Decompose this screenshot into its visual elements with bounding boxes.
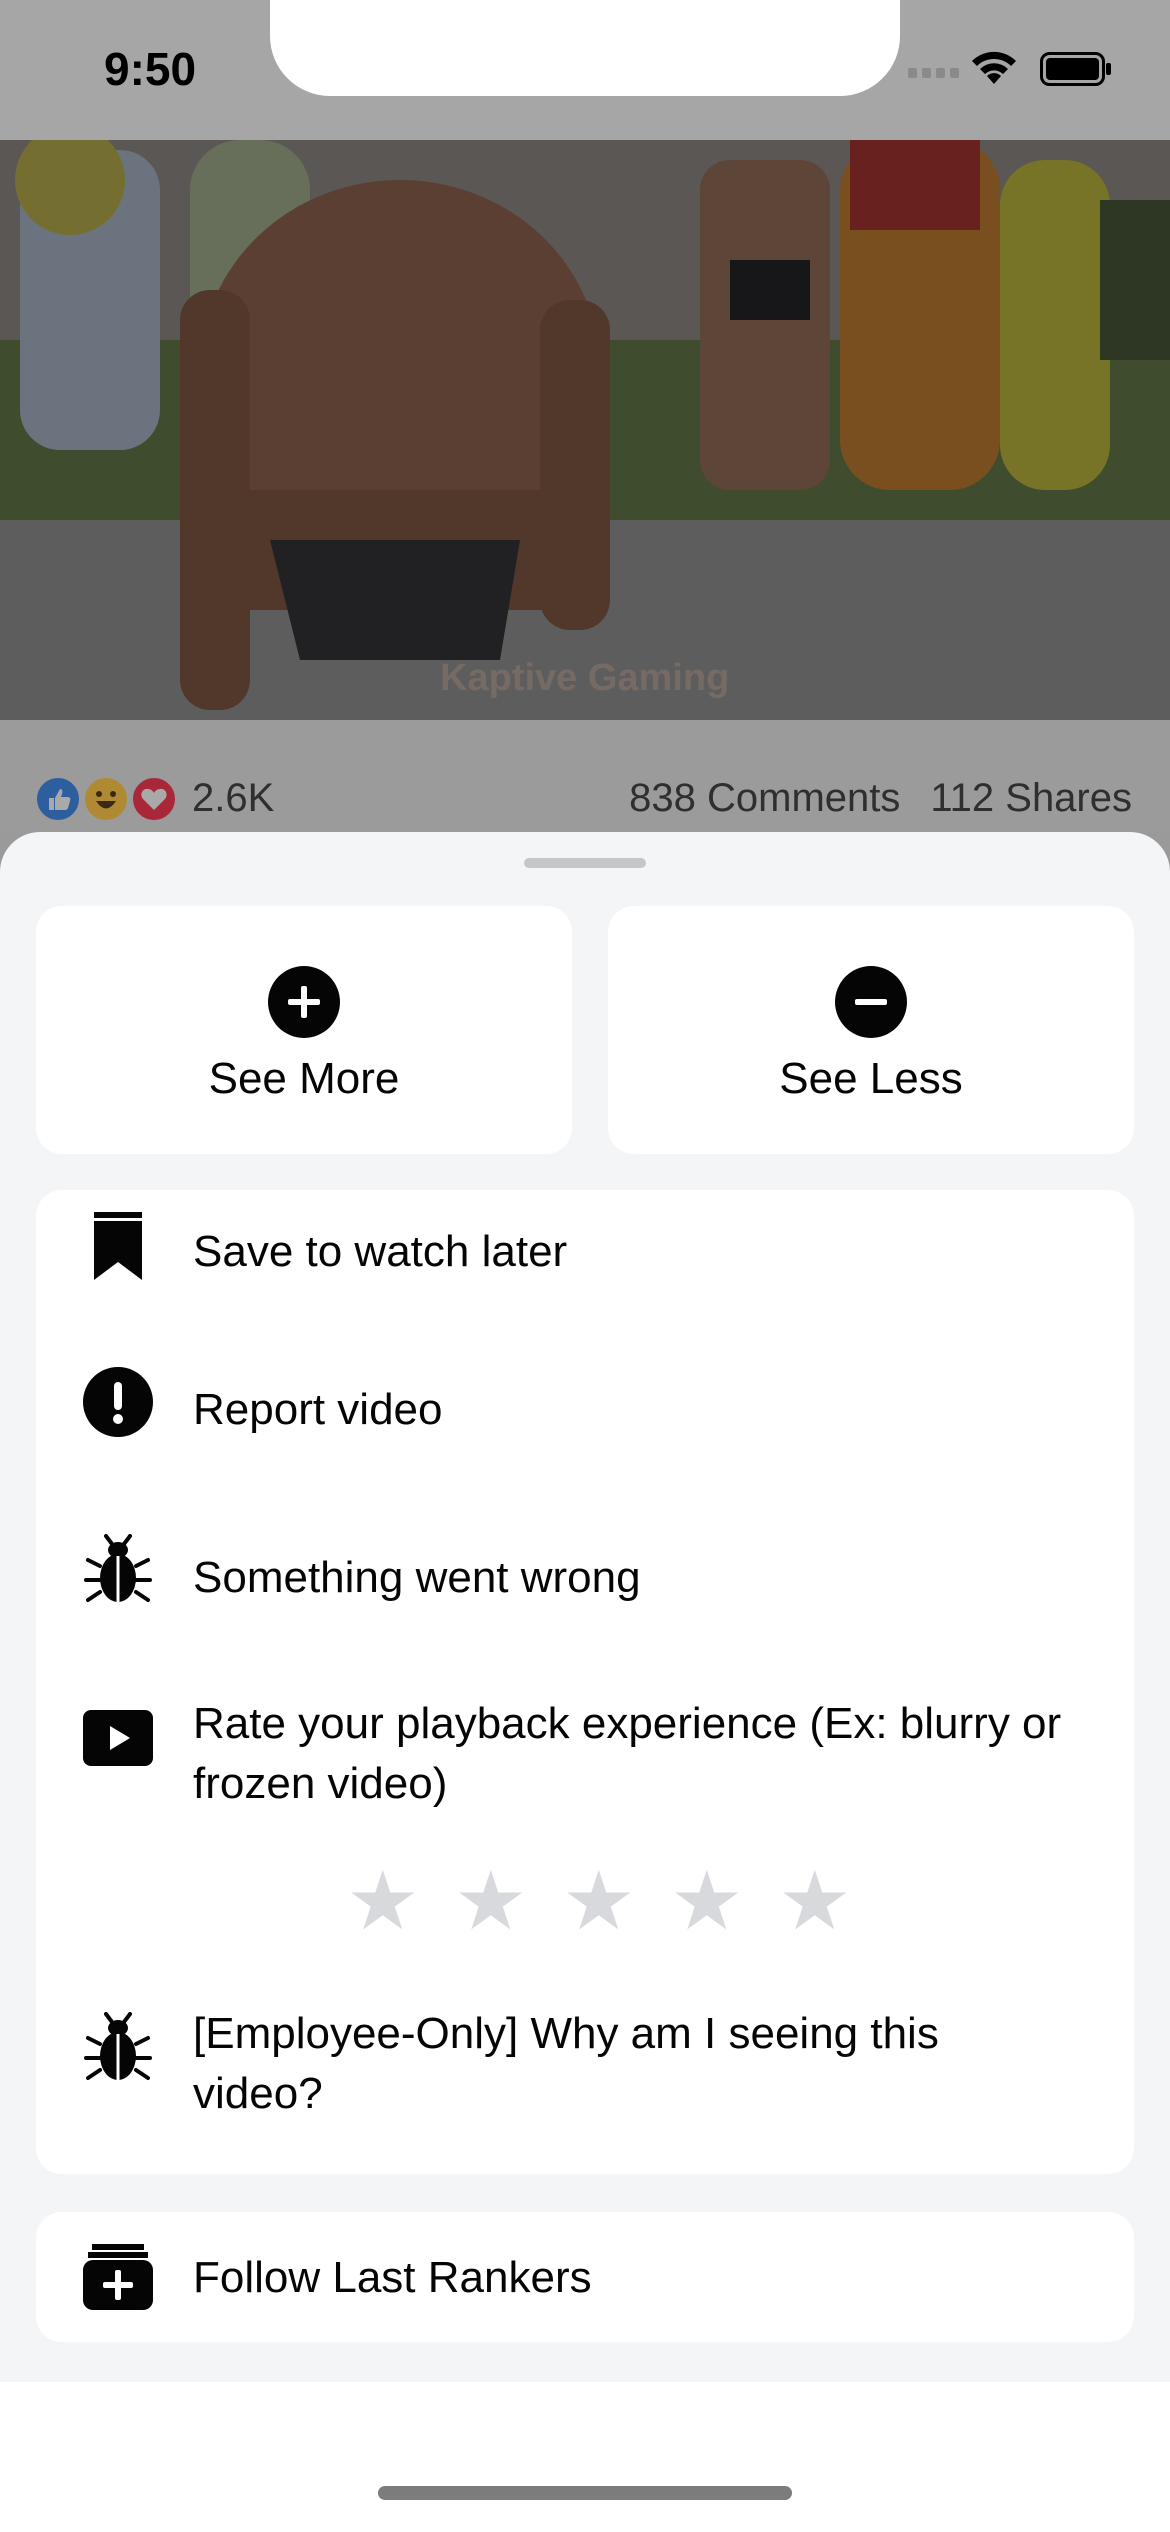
video-player[interactable]: Kaptive Gaming [0,140,1170,720]
shares-count[interactable]: 112 Shares [930,776,1132,820]
employee-why-seeing-item[interactable]: [Employee-Only] Why am I seeing this vid… [36,1972,1134,2174]
comments-count[interactable]: 838 Comments [629,776,900,820]
report-video-label: Report video [193,1385,443,1434]
save-to-watch-later-item[interactable]: Save to watch later [36,1190,1134,1336]
something-went-wrong-item[interactable]: Something went wrong [36,1504,1134,1672]
rate-playback-label: Rate your playback experience (Ex: blurr… [193,1699,1062,1808]
see-more-label: See More [208,1054,400,1103]
status-bar: 9:50 [0,0,1170,140]
see-less-label: See Less [779,1054,963,1103]
bookmark-icon [82,1210,154,1282]
see-less-button[interactable]: See Less [608,906,1134,1154]
video-frame: Kaptive Gaming [0,140,1170,720]
follow-last-rankers-item[interactable]: Follow Last Rankers [36,2212,1134,2342]
device-notch [270,0,900,96]
play-icon [82,1702,154,1774]
star-4-icon[interactable]: ★ [670,1861,744,1943]
bug-icon [82,2012,154,2084]
comment-share-counts: 838 Comments 112 Shares [629,776,1132,821]
employee-why-seeing-label: [Employee-Only] Why am I seeing this vid… [193,2009,939,2118]
star-3-icon[interactable]: ★ [562,1861,636,1943]
exclamation-icon [82,1366,154,1438]
options-sheet: See More See Less Save to watch later Re… [0,832,1170,2382]
home-indicator[interactable] [378,2486,792,2500]
home-indicator-area [0,2382,1170,2532]
report-video-item[interactable]: Report video [36,1336,1134,1504]
rating-stars: ★ ★ ★ ★ ★ [310,1861,852,1943]
reaction-icons[interactable] [34,775,184,825]
follow-last-rankers-label: Follow Last Rankers [193,2253,592,2302]
see-more-button[interactable]: See More [36,906,572,1154]
minus-circle-icon [835,966,907,1038]
haha-icon [82,775,130,823]
star-2-icon[interactable]: ★ [454,1861,528,1943]
bug-icon [82,1534,154,1606]
status-time: 9:50 [104,43,197,95]
star-1-icon[interactable]: ★ [346,1861,420,1943]
add-folder-icon [82,2240,154,2312]
like-icon [34,775,82,823]
plus-circle-icon [268,966,340,1038]
signal-icon [908,68,959,78]
save-to-watch-later-label: Save to watch later [193,1227,568,1276]
star-5-icon[interactable]: ★ [778,1861,852,1943]
love-icon [130,775,178,823]
options-list: Save to watch later Report video Somethi… [36,1190,1134,2174]
sheet-grabber[interactable] [524,858,646,868]
reactions-row: 2.6K 838 Comments 112 Shares [0,720,1170,830]
something-went-wrong-label: Something went wrong [193,1553,641,1602]
wifi-icon [972,51,1016,84]
battery-icon [1040,52,1111,86]
reaction-count[interactable]: 2.6K [192,776,274,821]
